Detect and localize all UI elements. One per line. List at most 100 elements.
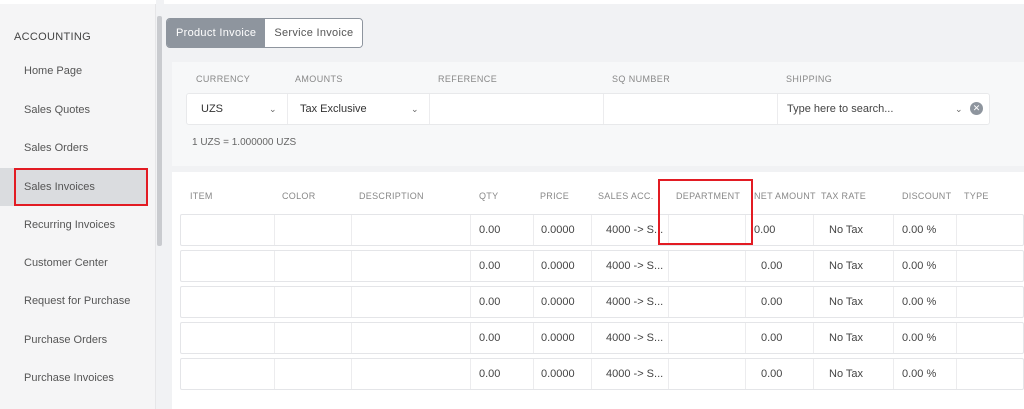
- divider: [668, 251, 669, 281]
- divider: [813, 251, 814, 281]
- department-highlight-box: [658, 179, 753, 245]
- divider: [591, 215, 592, 245]
- reference-input[interactable]: [439, 94, 599, 124]
- divider: [813, 215, 814, 245]
- divider: [668, 323, 669, 353]
- amounts-label: AMOUNTS: [295, 74, 343, 84]
- sidebar-item-home-page[interactable]: Home Page: [0, 52, 148, 90]
- sidebar-item-sales-orders[interactable]: Sales Orders: [0, 129, 148, 167]
- divider: [533, 251, 534, 281]
- divider: [470, 287, 471, 317]
- shipping-search-input[interactable]: Type here to search...: [787, 94, 893, 124]
- price-cell[interactable]: 0.0000: [541, 323, 575, 353]
- price-cell[interactable]: 0.0000: [541, 287, 575, 317]
- discount-cell[interactable]: 0.00 %: [902, 251, 936, 281]
- sidebar-item-request-for-purchase[interactable]: Request for Purchase: [0, 282, 148, 320]
- tab-service-invoice[interactable]: Service Invoice: [265, 19, 363, 47]
- sidebar-item-purchase-invoices[interactable]: Purchase Invoices: [0, 359, 148, 397]
- divider: [777, 94, 778, 124]
- sales-acc-cell[interactable]: 4000 -> S...: [606, 287, 663, 317]
- divider: [533, 287, 534, 317]
- clear-icon[interactable]: ✕: [970, 102, 983, 115]
- divider: [591, 251, 592, 281]
- tax-rate-cell[interactable]: No Tax: [829, 287, 863, 317]
- discount-cell[interactable]: 0.00 %: [902, 323, 936, 353]
- net-amount-cell: 0.00: [761, 296, 783, 308]
- price-cell[interactable]: 0.0000: [541, 359, 575, 389]
- divider: [603, 94, 604, 124]
- divider: [813, 287, 814, 317]
- column-header-description: DESCRIPTION: [359, 191, 424, 201]
- discount-cell[interactable]: 0.00 %: [902, 287, 936, 317]
- divider: [956, 323, 957, 353]
- net-amount-cell: 0.00: [754, 224, 776, 236]
- divider: [745, 359, 746, 389]
- sidebar-item-purchase-orders[interactable]: Purchase Orders: [0, 321, 148, 359]
- divider: [893, 323, 894, 353]
- chevron-down-icon[interactable]: ⌄: [411, 94, 419, 124]
- divider: [351, 359, 352, 389]
- invoice-type-tabs: Product Invoice Service Invoice: [166, 18, 364, 48]
- qty-cell[interactable]: 0.00: [479, 215, 500, 245]
- sales-acc-cell[interactable]: 4000 -> S...: [606, 251, 663, 281]
- price-cell[interactable]: 0.0000: [541, 215, 575, 245]
- tax-rate-cell[interactable]: No Tax: [829, 359, 863, 389]
- divider: [533, 215, 534, 245]
- divider: [351, 215, 352, 245]
- divider: [956, 359, 957, 389]
- sidebar-item-customer-center[interactable]: Customer Center: [0, 244, 148, 282]
- column-header-net-amount: NET AMOUNT: [754, 191, 816, 201]
- sidebar-scrollbar[interactable]: [157, 16, 162, 246]
- divider: [591, 359, 592, 389]
- shipping-label: SHIPPING: [786, 74, 833, 84]
- divider: [745, 251, 746, 281]
- divider: [893, 215, 894, 245]
- sidebar-item-sales-quotes[interactable]: Sales Quotes: [0, 91, 148, 129]
- divider: [470, 251, 471, 281]
- qty-cell[interactable]: 0.00: [479, 323, 500, 353]
- tab-product-invoice[interactable]: Product Invoice: [167, 19, 266, 47]
- table-row: 0.00 0.0000 4000 -> S... 0.00 No Tax 0.0…: [180, 322, 1024, 354]
- divider: [470, 215, 471, 245]
- net-amount-cell: 0.00: [761, 368, 783, 380]
- divider: [470, 323, 471, 353]
- sidebar-item-recurring-invoices[interactable]: Recurring Invoices: [0, 206, 148, 244]
- discount-cell[interactable]: 0.00 %: [902, 359, 936, 389]
- sales-acc-cell[interactable]: 4000 -> S...: [606, 359, 663, 389]
- sq-number-label: SQ NUMBER: [612, 74, 671, 84]
- divider: [956, 251, 957, 281]
- sq-number-input[interactable]: [613, 94, 773, 124]
- exchange-rate-note: 1 UZS = 1.000000 UZS: [192, 137, 297, 148]
- chevron-down-icon[interactable]: ⌄: [269, 94, 277, 124]
- price-cell[interactable]: 0.0000: [541, 251, 575, 281]
- column-header-type: TYPE: [964, 191, 989, 201]
- reference-label: REFERENCE: [438, 74, 498, 84]
- sales-acc-cell[interactable]: 4000 -> S...: [606, 323, 663, 353]
- divider: [956, 215, 957, 245]
- qty-cell[interactable]: 0.00: [479, 359, 500, 389]
- sales-acc-cell[interactable]: 4000 -> S...: [606, 215, 663, 245]
- divider: [591, 287, 592, 317]
- currency-select[interactable]: UZS: [201, 94, 223, 124]
- divider: [533, 323, 534, 353]
- chevron-down-icon[interactable]: ⌄: [955, 94, 963, 124]
- qty-cell[interactable]: 0.00: [479, 251, 500, 281]
- tax-rate-cell[interactable]: No Tax: [829, 323, 863, 353]
- tax-rate-cell[interactable]: No Tax: [829, 251, 863, 281]
- net-amount-cell: 0.00: [761, 332, 783, 344]
- amounts-select[interactable]: Tax Exclusive: [300, 94, 367, 124]
- divider: [351, 251, 352, 281]
- divider: [533, 359, 534, 389]
- table-row: 0.00 0.0000 4000 -> S... 0.00 No Tax 0.0…: [180, 358, 1024, 390]
- column-header-qty: QTY: [479, 191, 499, 201]
- divider: [668, 359, 669, 389]
- divider: [274, 287, 275, 317]
- table-row: 0.00 0.0000 4000 -> S... 0.00 No Tax 0.0…: [180, 286, 1024, 318]
- discount-cell[interactable]: 0.00 %: [902, 215, 936, 245]
- sales-invoices-highlight-box: [14, 168, 148, 206]
- qty-cell[interactable]: 0.00: [479, 287, 500, 317]
- column-header-price: PRICE: [540, 191, 570, 201]
- tax-rate-cell[interactable]: No Tax: [829, 215, 863, 245]
- header-inputs-row: UZS ⌄ Tax Exclusive ⌄ Type here to searc…: [186, 93, 990, 125]
- sidebar-top-strip: [0, 0, 156, 4]
